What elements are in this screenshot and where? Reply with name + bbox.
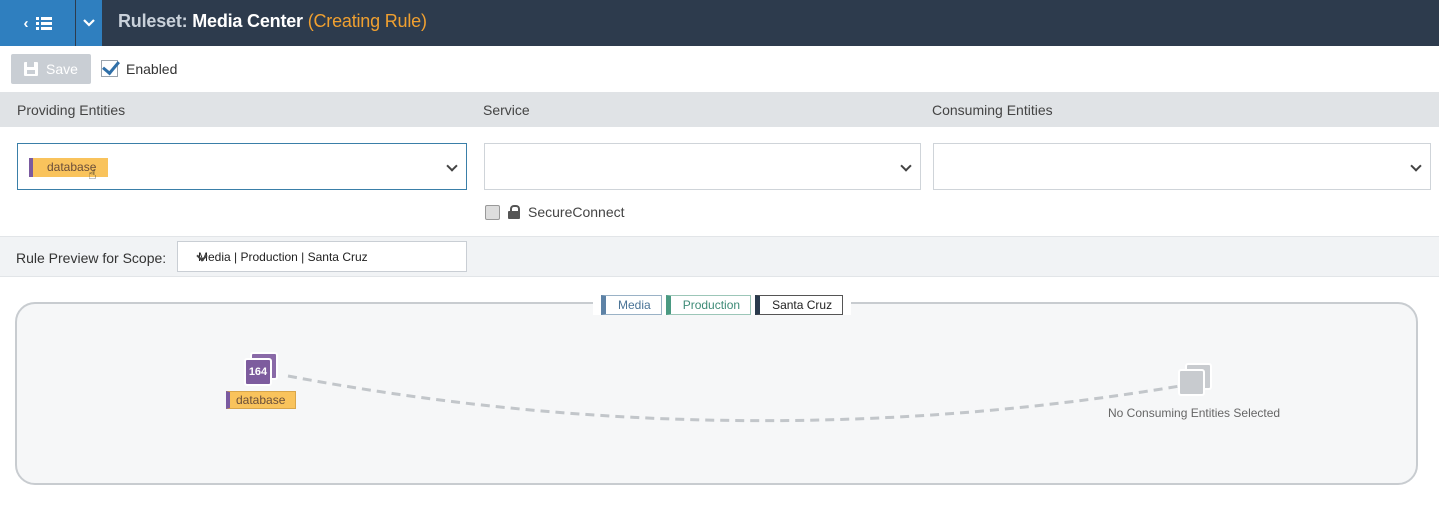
connection-line (287, 374, 1181, 423)
consumer-node (1178, 363, 1214, 397)
consumer-stack-front (1178, 369, 1205, 396)
provider-count: 164 (244, 358, 272, 386)
provider-tag: database (226, 391, 296, 409)
provider-node[interactable]: 164 (244, 352, 280, 386)
no-consumers-text: No Consuming Entities Selected (1108, 406, 1281, 420)
